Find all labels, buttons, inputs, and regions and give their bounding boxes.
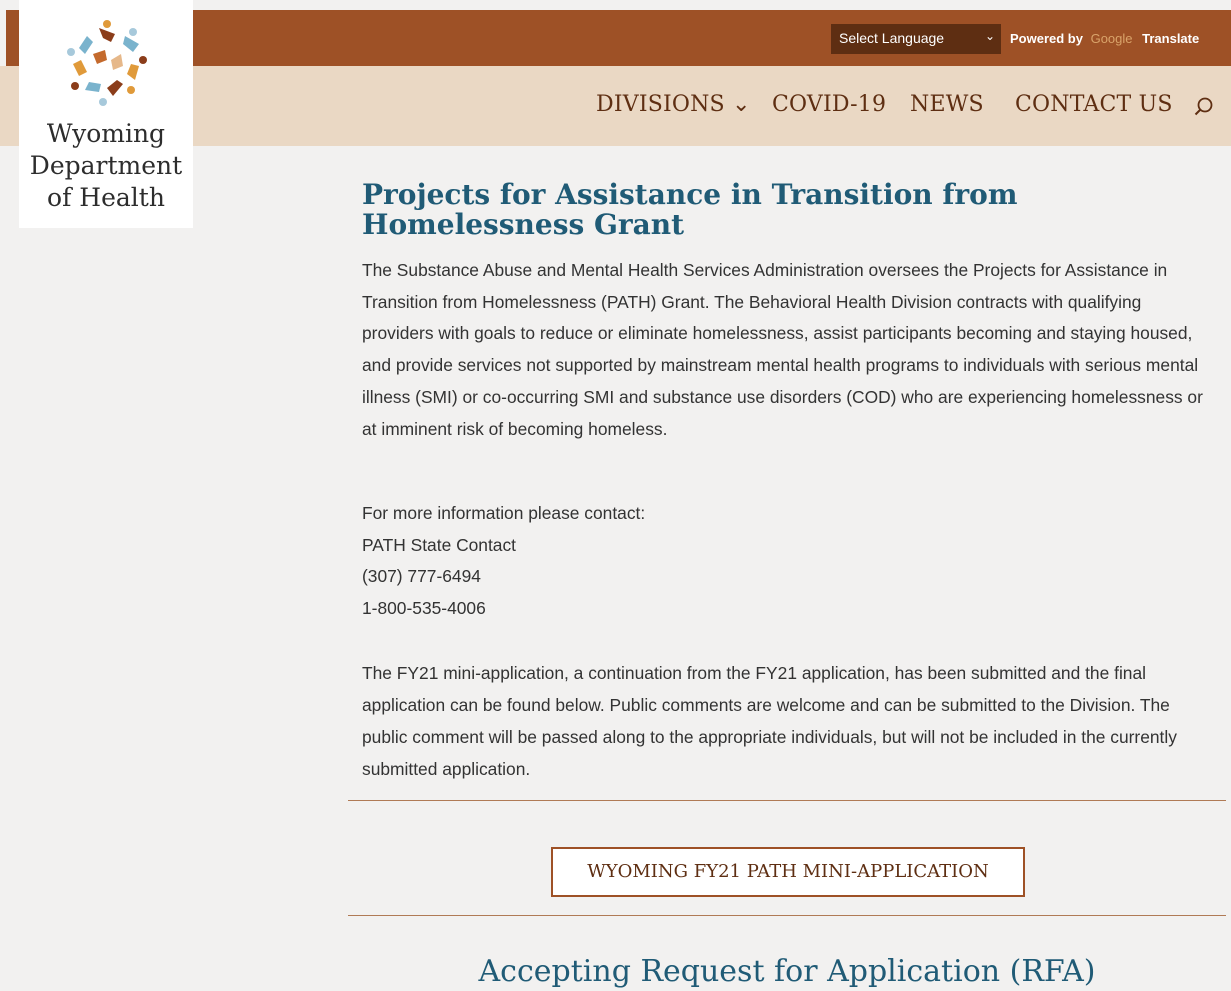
nav-divisions[interactable]: DIVISIONS ⌄	[596, 92, 751, 117]
divider	[348, 800, 1226, 801]
contact-phone-tollfree: 1-800-535-4006	[362, 598, 486, 619]
contact-lead: For more information please contact:	[362, 503, 646, 523]
powered-by-google[interactable]: Powered by Google Translate	[1010, 31, 1199, 46]
logo-line-3: of Health	[47, 183, 165, 212]
divider	[348, 915, 1226, 916]
language-select[interactable]: Select Language ⌄	[831, 24, 1001, 54]
logo-line-2: Department	[29, 151, 183, 180]
google-logo: Google	[1090, 31, 1133, 46]
translate-link[interactable]: Translate	[1142, 31, 1199, 46]
powered-by-label: Powered by	[1010, 31, 1083, 46]
contact-phone-local: (307) 777-6494	[362, 566, 481, 587]
nav-contact-us[interactable]: CONTACT US	[1015, 92, 1173, 117]
page-title: Projects for Assistance in Transition fr…	[362, 178, 1018, 241]
logo-line-1: Wyoming	[46, 119, 166, 148]
intro-paragraph: The Substance Abuse and Mental Health Se…	[362, 260, 1203, 439]
site-logo[interactable]: Wyoming Department of Health	[19, 0, 193, 228]
contact-block: For more information please contact: PAT…	[362, 498, 645, 625]
nav-news[interactable]: NEWS	[910, 92, 984, 117]
nav-covid-19[interactable]: COVID-19	[772, 92, 886, 117]
chevron-down-icon: ⌄	[984, 29, 995, 43]
mini-application-button[interactable]: WYOMING FY21 PATH MINI-APPLICATION	[551, 847, 1025, 897]
rfa-heading: Accepting Request for Application (RFA)	[478, 954, 1096, 989]
logo-wordmark: Wyoming Department of Health	[19, 118, 193, 214]
people-circle-logo-icon	[67, 20, 147, 106]
search-icon[interactable]	[1193, 95, 1215, 117]
contact-name: PATH State Contact	[362, 534, 517, 555]
application-paragraph: The FY21 mini-application, a continuatio…	[362, 663, 1177, 779]
language-select-label: Select Language	[839, 30, 945, 46]
